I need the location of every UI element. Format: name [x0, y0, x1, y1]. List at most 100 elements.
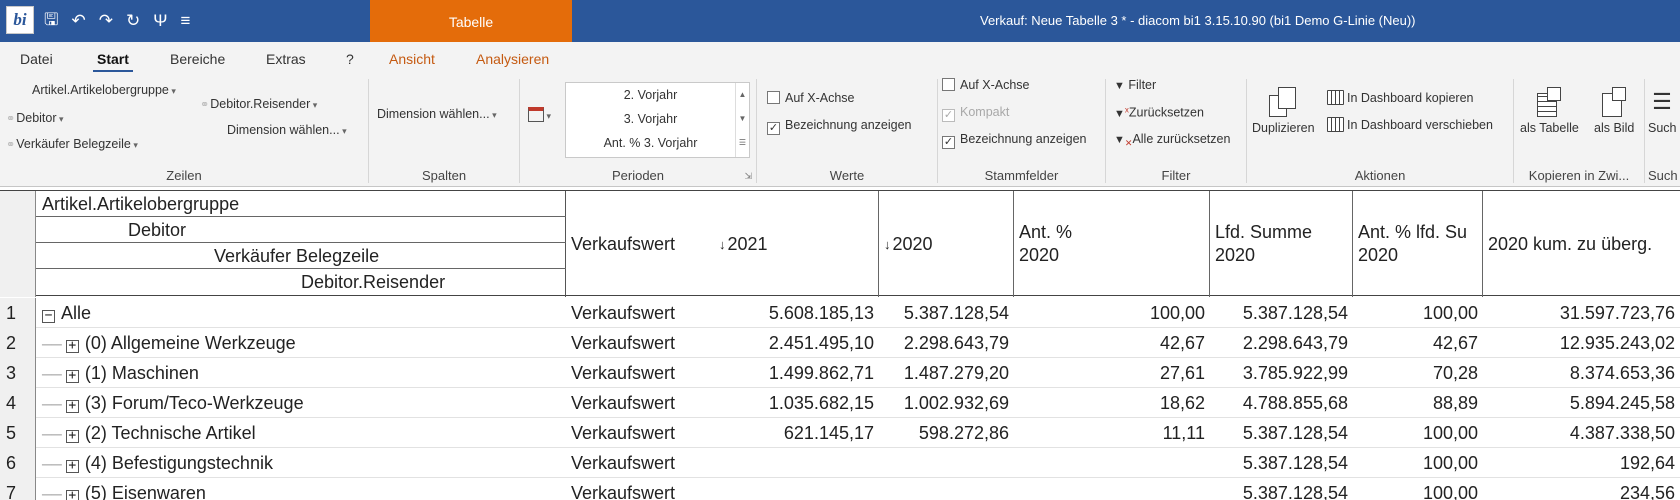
redo-icon[interactable]: ↷: [99, 11, 113, 31]
calendar-button[interactable]: ▾: [528, 107, 551, 122]
row-number[interactable]: 7: [0, 478, 36, 500]
cell-v2020[interactable]: 1.487.279,20: [879, 358, 1014, 388]
col-header-2021[interactable]: ↓ 2021: [714, 191, 879, 297]
customize-qat-icon[interactable]: ≡: [180, 11, 190, 31]
cell-antlfd[interactable]: 100,00: [1353, 478, 1483, 500]
row-number[interactable]: 1: [0, 298, 36, 328]
col-header-2020[interactable]: ↓ 2020: [879, 191, 1014, 297]
cell-measure[interactable]: Verkaufswert: [566, 418, 714, 448]
cell-lfd[interactable]: 5.387.128,54: [1210, 298, 1353, 328]
cell-v2021[interactable]: [714, 448, 879, 478]
cell-ant[interactable]: [1014, 448, 1210, 478]
cell-antlfd[interactable]: 42,67: [1353, 328, 1483, 358]
expand-icon[interactable]: +: [65, 399, 79, 413]
cell-measure[interactable]: Verkaufswert: [566, 358, 714, 388]
column-dim-choose[interactable]: Dimension wählen...: [377, 107, 497, 121]
row-number[interactable]: 2: [0, 328, 36, 358]
reset-filter-button[interactable]: ▼xZurücksetzen: [1114, 105, 1204, 120]
row-number[interactable]: 5: [0, 418, 36, 448]
cell-kum[interactable]: 8.374.653,36: [1483, 358, 1680, 388]
table-row[interactable]: 3 ── + (1) Maschinen Verkaufswert 1.499.862,7…: [0, 358, 1680, 388]
cell-v2020[interactable]: [879, 478, 1014, 500]
row-dim-choose[interactable]: Dimension wählen...: [227, 123, 347, 137]
header-corner[interactable]: [0, 191, 36, 297]
copy-as-table-button[interactable]: als Tabelle: [1520, 87, 1579, 135]
cell-measure[interactable]: Verkaufswert: [566, 388, 714, 418]
sort-desc-icon[interactable]: ↓: [884, 233, 891, 256]
period-item[interactable]: 2. Vorjahr: [566, 83, 749, 107]
cell-lfd[interactable]: 3.785.922,99: [1210, 358, 1353, 388]
cell-antlfd[interactable]: 70,28: [1353, 358, 1483, 388]
cell-ant[interactable]: 42,67: [1014, 328, 1210, 358]
dim-header-reisender[interactable]: Debitor.Reisender: [36, 269, 566, 295]
move-to-dashboard-button[interactable]: In Dashboard verschieben: [1327, 117, 1493, 132]
search-button[interactable]: ☰ Such: [1648, 87, 1677, 135]
sort-desc-icon[interactable]: ↓: [719, 233, 726, 256]
expand-list-icon[interactable]: ☰: [736, 131, 749, 155]
row-dim-debitor[interactable]: ⚭ Debitor: [6, 111, 64, 125]
cell-v2021[interactable]: 621.145,17: [714, 418, 879, 448]
cell-measure[interactable]: Verkaufswert: [566, 298, 714, 328]
cell-kum[interactable]: 5.894.245,58: [1483, 388, 1680, 418]
stamm-show-label-checkbox[interactable]: ✓ Bezeichnung anzeigen: [942, 132, 1087, 149]
cell-v2021[interactable]: [714, 478, 879, 500]
cell-antlfd[interactable]: 88,89: [1353, 388, 1483, 418]
copy-to-dashboard-button[interactable]: In Dashboard kopieren: [1327, 90, 1473, 105]
scroll-down-icon[interactable]: ▼: [736, 107, 749, 131]
cell-v2020[interactable]: 1.002.932,69: [879, 388, 1014, 418]
cell-ant[interactable]: [1014, 478, 1210, 500]
row-dim-reisender[interactable]: ⚭ Debitor.Reisender: [200, 97, 317, 111]
dim-header-debitor[interactable]: Debitor: [36, 217, 566, 243]
cell-v2021[interactable]: 1.499.862,71: [714, 358, 879, 388]
table-row[interactable]: 6 ── + (4) Befestigungstechnik Verkaufswert 5…: [0, 448, 1680, 478]
expand-icon[interactable]: +: [65, 339, 79, 353]
app-logo[interactable]: bi: [6, 6, 34, 34]
tab-bereiche[interactable]: Bereiche: [170, 42, 225, 75]
save-icon[interactable]: 🖫: [44, 7, 58, 36]
table-row[interactable]: 7 ── + (5) Eisenwaren Verkaufswert 5.387.128,…: [0, 478, 1680, 500]
cell-measure[interactable]: Verkaufswert: [566, 448, 714, 478]
row-dim-verkaeufer[interactable]: ⚭ Verkäufer Belegzeile: [6, 137, 138, 151]
cell-v2020[interactable]: 598.272,86: [879, 418, 1014, 448]
cell-kum[interactable]: 192,64: [1483, 448, 1680, 478]
cell-kum[interactable]: 234,56: [1483, 478, 1680, 500]
tab-start[interactable]: Start: [93, 42, 133, 75]
tab-extras[interactable]: Extras: [266, 42, 306, 75]
cell-ant[interactable]: 27,61: [1014, 358, 1210, 388]
col-header-ant-lfd-summe-2020[interactable]: Ant. % lfd. Su 2020: [1353, 191, 1483, 297]
period-list[interactable]: 2. Vorjahr 3. Vorjahr Ant. % 3. Vorjahr …: [565, 82, 750, 158]
dim-header-verkaeufer[interactable]: Verkäufer Belegzeile: [36, 243, 566, 269]
row-number[interactable]: 3: [0, 358, 36, 388]
cell-ant[interactable]: 11,11: [1014, 418, 1210, 448]
col-header-lfd-summe-2020[interactable]: Lfd. Summe 2020: [1210, 191, 1353, 297]
cell-lfd[interactable]: 2.298.643,79: [1210, 328, 1353, 358]
row-number[interactable]: 4: [0, 388, 36, 418]
dim-header-artikelobergruppe[interactable]: Artikel.Artikelobergruppe: [36, 191, 566, 217]
row-number[interactable]: 6: [0, 448, 36, 478]
tab-analysieren[interactable]: Analysieren: [476, 42, 549, 75]
expand-icon[interactable]: +: [65, 369, 79, 383]
expand-icon[interactable]: +: [65, 489, 79, 500]
expand-icon[interactable]: +: [65, 429, 79, 443]
collapse-icon[interactable]: −: [42, 309, 55, 323]
undo-icon[interactable]: ↶: [71, 11, 85, 31]
refresh-icon[interactable]: ↻: [126, 11, 140, 31]
period-item[interactable]: Ant. % 3. Vorjahr: [566, 131, 749, 155]
col-header-measure[interactable]: Verkaufswert: [566, 191, 714, 297]
werte-show-label-checkbox[interactable]: ✓ Bezeichnung anzeigen: [767, 118, 912, 135]
cell-ant[interactable]: 18,62: [1014, 388, 1210, 418]
cell-kum[interactable]: 31.597.723,76: [1483, 298, 1680, 328]
cell-v2020[interactable]: [879, 448, 1014, 478]
cell-kum[interactable]: 4.387.338,50: [1483, 418, 1680, 448]
tools-icon[interactable]: Ψ: [153, 11, 167, 31]
cell-ant[interactable]: 100,00: [1014, 298, 1210, 328]
cell-measure[interactable]: Verkaufswert: [566, 478, 714, 500]
cell-lfd[interactable]: 5.387.128,54: [1210, 448, 1353, 478]
scroll-up-icon[interactable]: ▲: [736, 83, 749, 107]
cell-lfd[interactable]: 5.387.128,54: [1210, 418, 1353, 448]
tab-datei[interactable]: Datei: [20, 42, 53, 75]
cell-v2021[interactable]: 5.608.185,13: [714, 298, 879, 328]
expand-icon[interactable]: +: [65, 459, 79, 473]
copy-as-image-button[interactable]: als Bild: [1594, 87, 1634, 135]
table-row[interactable]: 4 ── + (3) Forum/Teco-Werkzeuge Verkaufswert…: [0, 388, 1680, 418]
